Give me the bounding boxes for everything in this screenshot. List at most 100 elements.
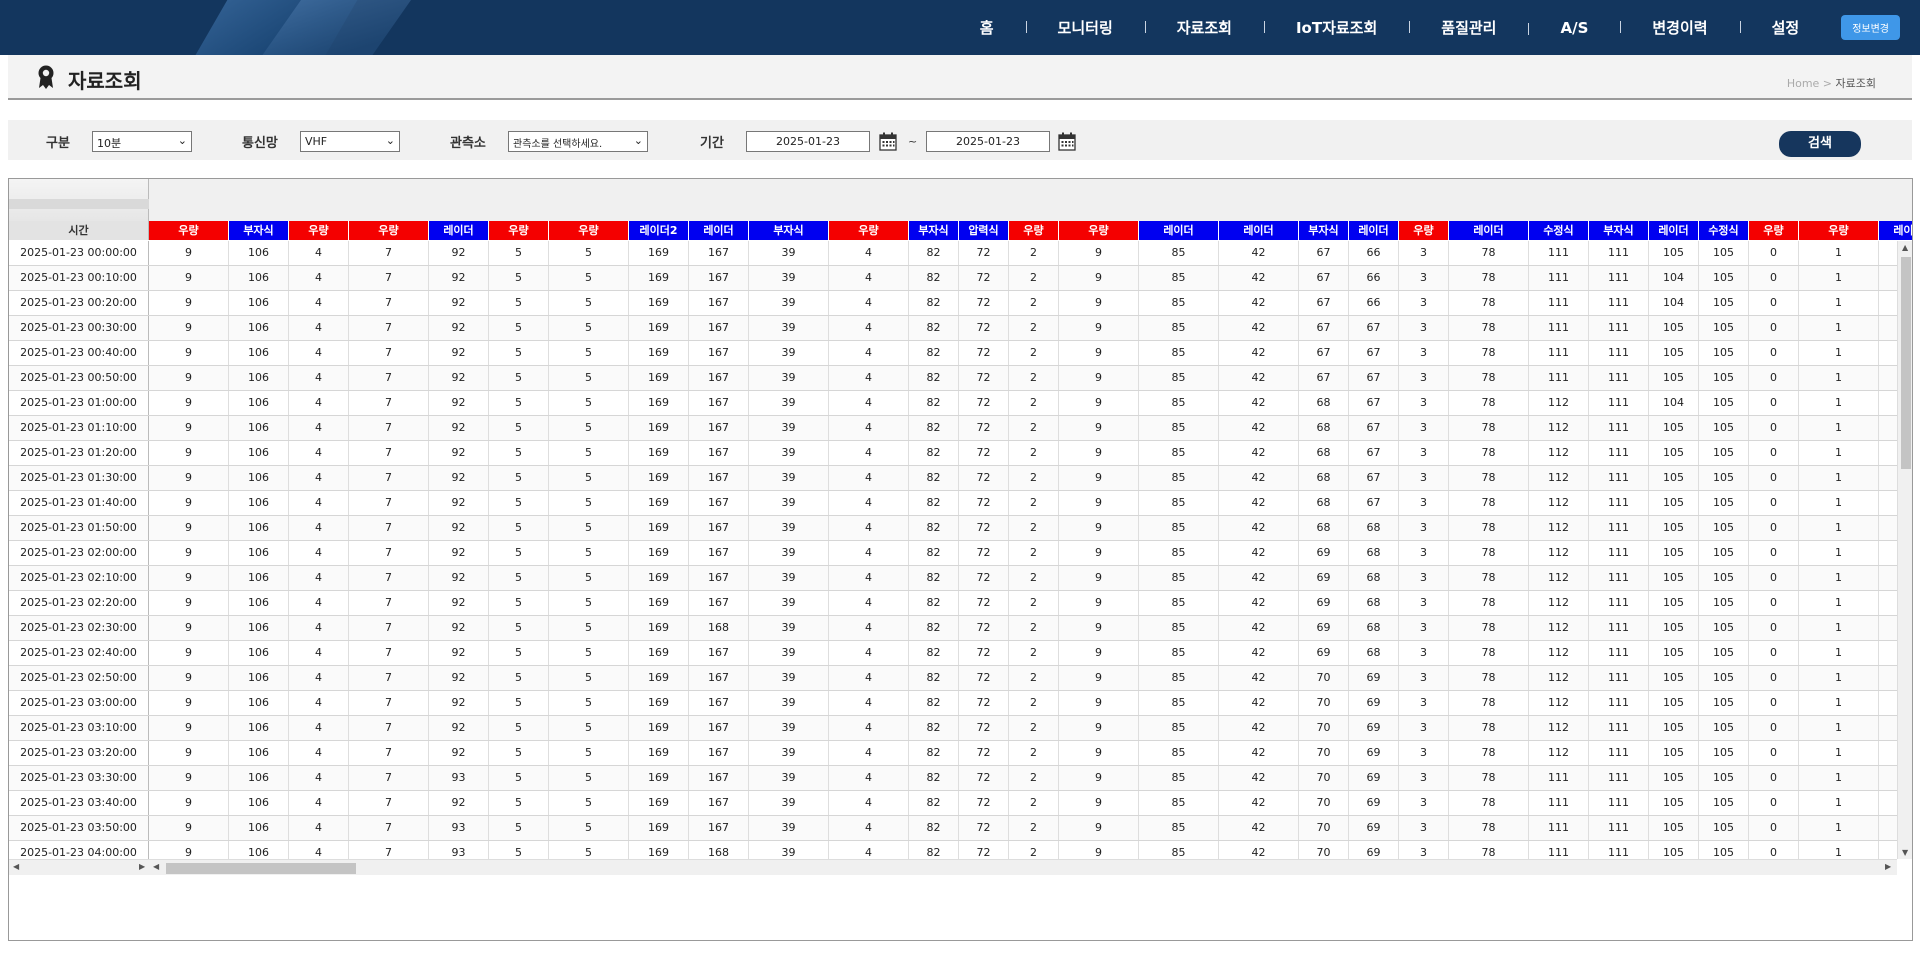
column-header[interactable]: 우량 <box>1799 221 1879 240</box>
column-header[interactable]: 우량 <box>489 221 549 240</box>
value-cell: 78 <box>1449 466 1529 490</box>
column-header[interactable]: 우량 <box>549 221 629 240</box>
table-row[interactable]: 2025-01-23 00:30:00 9 106 4 7 92 5 5 169 167 39 4 82… <box>9 316 1897 341</box>
column-header[interactable]: 레이더2 <box>629 221 689 240</box>
table-row[interactable]: 2025-01-23 02:00:00 9 106 4 7 92 5 5 169 167 39 4 82… <box>9 541 1897 566</box>
table-row[interactable]: 2025-01-23 03:20:00 9 106 4 7 92 5 5 169 167 39 4 82… <box>9 741 1897 766</box>
column-header[interactable]: 부자식 <box>1589 221 1649 240</box>
nav-item-iot-data[interactable]: IoT자료조회 <box>1263 17 1409 38</box>
table-row[interactable]: 2025-01-23 01:10:00 9 106 4 7 92 5 5 169 167 39 4 82… <box>9 416 1897 441</box>
column-header[interactable]: 레이더 <box>429 221 489 240</box>
scroll-right-frozen-icon[interactable]: ▶ <box>139 862 145 871</box>
vertical-scroll-thumb[interactable] <box>1901 257 1911 469</box>
column-header[interactable]: 우량 <box>1749 221 1799 240</box>
nav-item-settings[interactable]: 설정 <box>1739 17 1832 38</box>
scroll-left-icon[interactable]: ◀ <box>13 862 19 871</box>
table-row[interactable]: 2025-01-23 00:40:00 9 106 4 7 92 5 5 169 167 39 4 82… <box>9 341 1897 366</box>
value-cell: 85 <box>1139 641 1219 665</box>
table-row[interactable]: 2025-01-23 01:50:00 9 106 4 7 92 5 5 169 167 39 4 82… <box>9 516 1897 541</box>
table-row[interactable]: 2025-01-23 00:00:00 9 106 4 7 92 5 5 169 167 39 4 82… <box>9 241 1897 266</box>
value-cell: 42 <box>1219 591 1299 615</box>
nav-item-history[interactable]: 변경이력 <box>1620 17 1739 38</box>
table-row[interactable]: 2025-01-23 01:30:00 9 106 4 7 92 5 5 169 167 39 4 82… <box>9 466 1897 491</box>
column-header[interactable]: 우량 <box>829 221 909 240</box>
date-to-input[interactable]: 2025-01-23 <box>926 131 1050 152</box>
table-row[interactable]: 2025-01-23 00:20:00 9 106 4 7 92 5 5 169 167 39 4 82… <box>9 291 1897 316</box>
column-header[interactable]: 수정식 <box>1699 221 1749 240</box>
value-cell: 82 <box>909 766 959 790</box>
search-button[interactable]: 검색 <box>1779 131 1861 157</box>
value-cell: 111 <box>1589 591 1649 615</box>
scroll-up-icon[interactable]: ▲ <box>1902 243 1908 252</box>
horizontal-scroll-thumb[interactable] <box>166 863 356 874</box>
column-header[interactable]: 우량 <box>1009 221 1059 240</box>
calendar-icon[interactable] <box>1058 132 1076 151</box>
table-row[interactable]: 2025-01-23 02:20:00 9 106 4 7 92 5 5 169 167 39 4 82… <box>9 591 1897 616</box>
station-select[interactable]: 관측소를 선택하세요. ⌄ <box>508 131 648 152</box>
value-cell: 2 <box>1009 766 1059 790</box>
edit-profile-button[interactable]: 정보변경 <box>1841 15 1900 40</box>
table-row[interactable]: 2025-01-23 03:30:00 9 106 4 7 93 5 5 169 167 39 4 82… <box>9 766 1897 791</box>
column-header[interactable]: 부자식 <box>909 221 959 240</box>
network-select[interactable]: VHF ⌄ <box>300 131 400 152</box>
value-cell: 67 <box>1349 366 1399 390</box>
scroll-left-main-icon[interactable]: ◀ <box>153 862 159 871</box>
table-row[interactable]: 2025-01-23 01:40:00 9 106 4 7 92 5 5 169 167 39 4 82… <box>9 491 1897 516</box>
table-row[interactable]: 2025-01-23 00:50:00 9 106 4 7 92 5 5 169 167 39 4 82… <box>9 366 1897 391</box>
table-row[interactable]: 2025-01-23 02:40:00 9 106 4 7 92 5 5 169 167 39 4 82… <box>9 641 1897 666</box>
column-header[interactable]: 우량 <box>289 221 349 240</box>
value-cell: 111 <box>1529 816 1589 840</box>
nav-item-data-search[interactable]: 자료조회 <box>1144 17 1264 38</box>
table-row[interactable]: 2025-01-23 02:50:00 9 106 4 7 92 5 5 169 167 39 4 82… <box>9 666 1897 691</box>
column-header[interactable]: 부자식 <box>1299 221 1349 240</box>
value-cell: 7 <box>349 616 429 640</box>
value-cell: 85 <box>1139 541 1219 565</box>
date-from-input[interactable]: 2025-01-23 <box>746 131 870 152</box>
scroll-down-icon[interactable]: ▼ <box>1902 848 1908 857</box>
column-header[interactable]: 압력식 <box>959 221 1009 240</box>
column-header[interactable]: 부자식 <box>229 221 289 240</box>
column-header[interactable]: 수정식 <box>1529 221 1589 240</box>
nav-item-as[interactable]: A/S <box>1528 19 1620 37</box>
column-header[interactable]: 레이더 <box>1219 221 1299 240</box>
nav-item-quality[interactable]: 품질관리 <box>1409 17 1528 38</box>
value-cell: 105 <box>1699 791 1749 815</box>
column-header[interactable]: 레이더 <box>1879 221 1912 240</box>
table-row[interactable]: 2025-01-23 00:10:00 9 106 4 7 92 5 5 169 167 39 4 82… <box>9 266 1897 291</box>
value-cell: 5 <box>549 791 629 815</box>
column-header[interactable]: 우량 <box>349 221 429 240</box>
column-header[interactable]: 레이더 <box>1139 221 1219 240</box>
horizontal-scrollbar[interactable]: ◀ ▶ ◀ ▶ <box>9 859 1897 875</box>
table-row[interactable]: 2025-01-23 03:00:00 9 106 4 7 92 5 5 169 167 39 4 82… <box>9 691 1897 716</box>
type-select[interactable]: 10분 ⌄ <box>92 131 192 152</box>
table-row[interactable]: 2025-01-23 02:30:00 9 106 4 7 92 5 5 169 168 39 4 82… <box>9 616 1897 641</box>
table-row[interactable]: 2025-01-23 03:10:00 9 106 4 7 92 5 5 169 167 39 4 82… <box>9 716 1897 741</box>
column-header[interactable]: 우량 <box>1059 221 1139 240</box>
column-header[interactable]: 우량 <box>149 221 229 240</box>
value-cell: 5 <box>549 666 629 690</box>
grid-column-headers: 시간 우량 부자식 우량 우량 레이더 우량 우량 레이더2 레이더 부자식 우량 부자식 압력식 우량 우… <box>9 221 1912 240</box>
value-cell: 9 <box>1059 341 1139 365</box>
calendar-icon[interactable] <box>879 132 897 151</box>
table-row[interactable]: 2025-01-23 01:00:00 9 106 4 7 92 5 5 169 167 39 4 82… <box>9 391 1897 416</box>
time-column-header[interactable]: 시간 <box>9 221 149 240</box>
vertical-scrollbar[interactable]: ▲ ▼ <box>1897 241 1912 859</box>
scroll-right-icon[interactable]: ▶ <box>1885 862 1891 871</box>
value-cell: 1 <box>1799 491 1879 515</box>
table-row[interactable]: 2025-01-23 04:00:00 9 106 4 7 93 5 5 169 168 39 4 82… <box>9 841 1897 859</box>
nav-item-monitoring[interactable]: 모니터링 <box>1025 17 1145 38</box>
column-header[interactable]: 레이더 <box>1349 221 1399 240</box>
value-cell: 1 <box>1799 516 1879 540</box>
value-cell: 78 <box>1449 391 1529 415</box>
nav-item-home[interactable]: 홈 <box>948 17 1026 38</box>
table-row[interactable]: 2025-01-23 01:20:00 9 106 4 7 92 5 5 169 167 39 4 82… <box>9 441 1897 466</box>
column-header[interactable]: 레이더 <box>1649 221 1699 240</box>
column-header[interactable]: 레이더 <box>689 221 749 240</box>
table-row[interactable]: 2025-01-23 02:10:00 9 106 4 7 92 5 5 169 167 39 4 82… <box>9 566 1897 591</box>
column-header[interactable]: 레이더 <box>1449 221 1529 240</box>
column-header[interactable]: 부자식 <box>749 221 829 240</box>
table-row[interactable]: 2025-01-23 03:40:00 9 106 4 7 92 5 5 169 167 39 4 82… <box>9 791 1897 816</box>
breadcrumb-home[interactable]: Home <box>1787 77 1819 90</box>
table-row[interactable]: 2025-01-23 03:50:00 9 106 4 7 93 5 5 169 167 39 4 82… <box>9 816 1897 841</box>
column-header[interactable]: 우량 <box>1399 221 1449 240</box>
